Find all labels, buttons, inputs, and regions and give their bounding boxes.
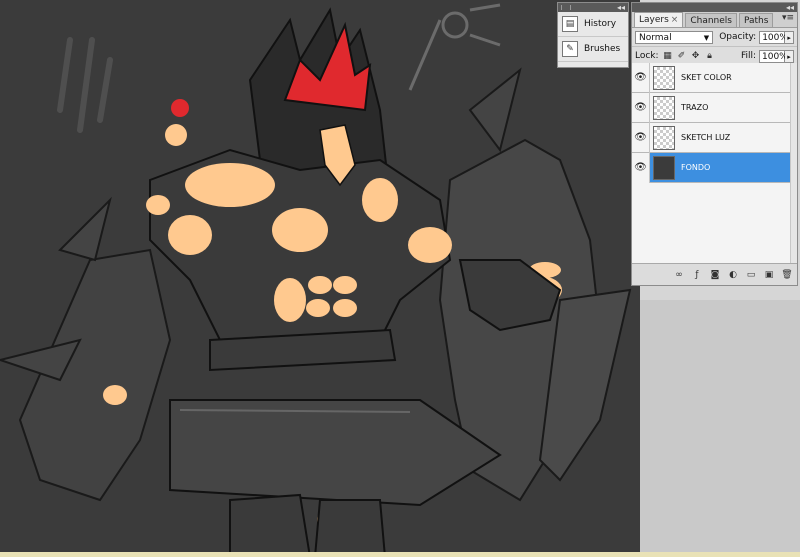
tab-paths-label: Paths <box>743 16 769 26</box>
blend-opacity-row: Normal ▼ Opacity: 100% ▸ <box>632 28 797 47</box>
lock-transparent-pixels-icon[interactable]: ▦ <box>663 51 673 61</box>
new-layer-icon[interactable]: ▣ <box>763 269 775 281</box>
layer-name: SKET COLOR <box>681 73 732 82</box>
tab-layers[interactable]: Layers × <box>634 12 684 27</box>
layer-list-scrollbar[interactable] <box>790 63 797 263</box>
visibility-eye-icon[interactable]: 👁︎ <box>632 122 650 153</box>
blend-mode-value: Normal <box>639 32 672 43</box>
grip-icon[interactable] <box>561 5 571 10</box>
layers-panel-header[interactable]: ◂◂ <box>632 3 797 12</box>
tab-channels-label: Channels <box>690 16 732 26</box>
lock-image-pixels-icon[interactable]: ✐ <box>677 51 687 61</box>
adjustment-layer-icon[interactable]: ◐ <box>727 269 739 281</box>
visibility-eye-icon[interactable]: 👁︎ <box>632 92 650 123</box>
layer-thumbnail <box>653 65 675 90</box>
fill-slider-arrow-icon[interactable]: ▸ <box>785 49 794 63</box>
panel-dock-header[interactable]: ◂◂ <box>558 3 628 12</box>
layer-row-selected[interactable]: 👁︎ FONDO <box>632 152 797 183</box>
layers-bottom-toolbar: ∞ ƒ ◙ ◐ ▭ ▣ 🗑︎ <box>632 263 797 285</box>
collapse-arrows-icon[interactable]: ◂◂ <box>617 3 625 12</box>
layer-thumbnail <box>653 95 675 120</box>
brushes-icon: ✎ <box>562 41 578 57</box>
blend-mode-select[interactable]: Normal ▼ <box>635 30 714 44</box>
artwork-sketch <box>0 3 632 557</box>
panel-tabs: Layers × Channels Paths ▾≡ <box>632 12 797 28</box>
opacity-label: Opacity: <box>719 32 757 42</box>
tab-layers-label: Layers <box>639 15 669 25</box>
history-icon: ▤ <box>562 16 578 32</box>
layer-list: 👁︎ SKET COLOR 👁︎ TRAZO 👁︎ SKETCH LUZ 👁︎ … <box>632 62 797 263</box>
layer-row[interactable]: 👁︎ SKET COLOR <box>632 62 797 93</box>
lock-position-icon[interactable]: ✥ <box>691 51 701 61</box>
layer-row[interactable]: 👁︎ SKETCH LUZ <box>632 122 797 153</box>
fill-label: Fill: <box>740 51 756 61</box>
collapse-arrows-icon[interactable]: ◂◂ <box>786 3 794 12</box>
layer-name: SKETCH LUZ <box>681 133 731 142</box>
lock-label: Lock: <box>635 51 659 61</box>
history-label: History <box>584 19 617 29</box>
close-icon[interactable]: × <box>671 15 679 25</box>
layers-panel: ◂◂ Layers × Channels Paths ▾≡ Normal ▼ Opa… <box>631 2 798 286</box>
panel-menu-icon[interactable]: ▾≡ <box>782 13 794 23</box>
new-group-icon[interactable]: ▭ <box>745 269 757 281</box>
layer-name: FONDO <box>681 163 711 172</box>
visibility-eye-icon[interactable]: 👁︎ <box>632 62 650 93</box>
visibility-eye-icon[interactable]: 👁︎ <box>632 152 650 183</box>
layer-row[interactable]: 👁︎ TRAZO <box>632 92 797 123</box>
brushes-label: Brushes <box>584 44 621 54</box>
workspace-background <box>640 300 800 557</box>
add-mask-icon[interactable]: ◙ <box>709 269 721 281</box>
opacity-input[interactable]: 100% <box>759 30 788 44</box>
layer-name: TRAZO <box>681 103 709 112</box>
layer-style-fx-icon[interactable]: ƒ <box>691 269 703 281</box>
link-layers-icon[interactable]: ∞ <box>673 269 685 281</box>
document-canvas[interactable] <box>0 0 640 557</box>
lock-all-icon[interactable]: 🔒︎ <box>705 51 715 61</box>
opacity-slider-arrow-icon[interactable]: ▸ <box>785 30 794 44</box>
fill-input[interactable]: 100% <box>759 49 788 63</box>
chevron-down-icon: ▼ <box>703 33 710 42</box>
brushes-panel-button[interactable]: ✎ Brushes <box>558 37 628 62</box>
collapsed-panel-dock: ◂◂ ▤ History ✎ Brushes <box>557 2 629 68</box>
history-panel-button[interactable]: ▤ History <box>558 12 628 37</box>
layer-thumbnail <box>653 125 675 150</box>
status-strip <box>0 552 800 557</box>
tab-channels[interactable]: Channels <box>685 13 737 27</box>
layer-thumbnail <box>653 155 675 180</box>
trash-icon[interactable]: 🗑︎ <box>781 269 793 281</box>
tab-paths[interactable]: Paths <box>738 13 774 27</box>
fill-control: Fill: 100% ▸ <box>740 49 794 63</box>
